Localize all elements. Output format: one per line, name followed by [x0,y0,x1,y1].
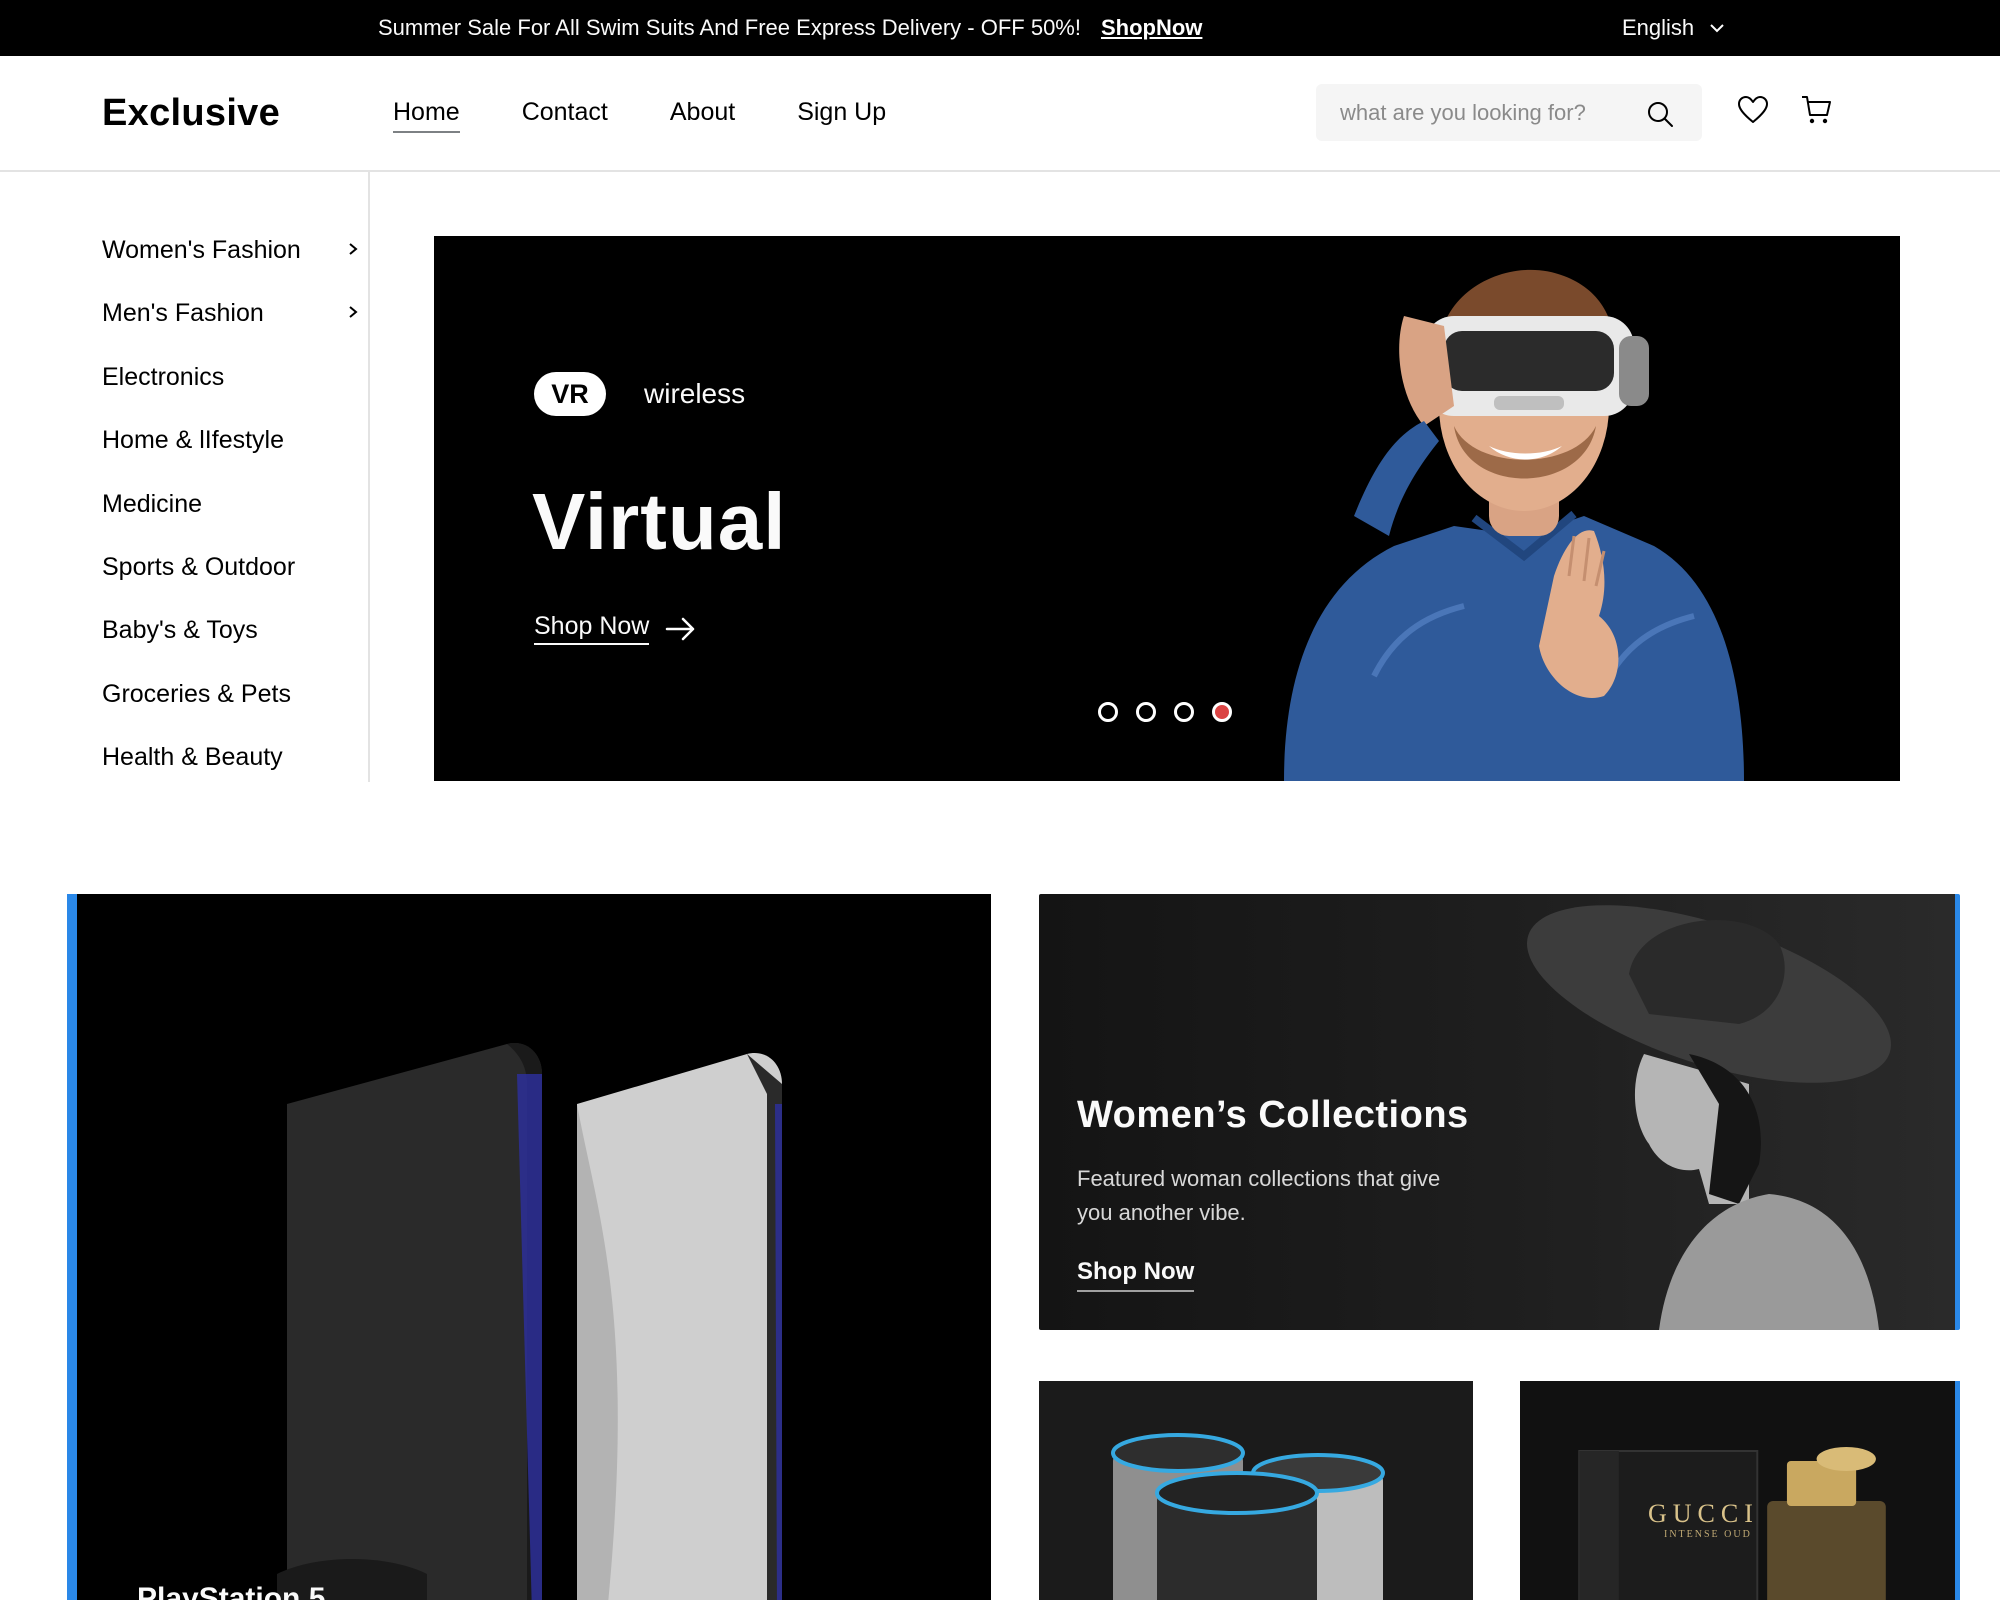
carousel-dots [1098,702,1232,722]
chevron-down-icon [1710,24,1724,33]
promo-speakers-card[interactable] [1039,1381,1473,1600]
top-announcement-bar: Summer Sale For All Swim Suits And Free … [0,0,2000,56]
carousel-dot-3[interactable] [1174,702,1194,722]
category-sidebar: Women's Fashion Men's Fashion Electronic… [0,172,370,782]
carousel-dot-2[interactable] [1136,702,1156,722]
nav-sign-up[interactable]: Sign Up [797,98,886,133]
vr-badge: VR [534,372,606,416]
category-sports-outdoor[interactable]: Sports & Outdoor [102,553,368,616]
category-mens-fashion[interactable]: Men's Fashion [102,299,368,362]
perfume-image [1578,1447,1886,1600]
category-list: Women's Fashion Men's Fashion Electronic… [102,236,368,807]
search-input[interactable] [1340,84,1630,141]
category-label: Electronics [102,362,225,391]
promo-women-description: Featured woman collections that give you… [1077,1166,1441,1225]
promo-text: Summer Sale For All Swim Suits And Free … [378,15,1081,40]
category-medicine[interactable]: Medicine [102,490,368,553]
category-groceries-pets[interactable]: Groceries & Pets [102,680,368,743]
promo-women-title: Women’s Collections [1077,1094,1469,1136]
site-header: Exclusive Home Contact About Sign Up [0,56,2000,172]
search-box [1316,84,1702,141]
category-label: Women's Fashion [102,236,301,264]
category-electronics[interactable]: Electronics [102,363,368,426]
hero-shop-now-label: Shop Now [534,612,650,645]
heart-icon[interactable] [1738,96,1768,124]
category-label: Home & lIfestyle [102,426,285,455]
perfume-brand: GUCCI [1648,1499,1759,1528]
category-label: Baby's & Toys [102,616,258,645]
nav-about[interactable]: About [670,98,735,133]
promo-playstation-label: PlayStation 5 [137,1582,326,1600]
arrow-right-icon [666,617,695,640]
hero-shop-now-button[interactable]: Shop Now [534,612,697,645]
language-label: English [1622,15,1695,40]
category-babys-toys[interactable]: Baby's & Toys [102,616,368,679]
promo-perfume-card[interactable]: GUCCI INTENSE OUD [1520,1381,1960,1600]
nav-home[interactable]: Home [393,98,460,133]
hero-headline: Virtual [532,477,787,566]
perfume-subtitle: INTENSE OUD [1664,1529,1752,1540]
main-nav: Home Contact About Sign Up [393,98,886,133]
category-womens-fashion[interactable]: Women's Fashion [102,236,368,299]
promo-women-shop-now-link[interactable]: Shop Now [1077,1258,1195,1292]
language-selector[interactable]: English [1622,0,1726,56]
category-label: Health & Beauty [102,743,283,772]
nav-contact[interactable]: Contact [522,98,608,133]
carousel-dot-4[interactable] [1212,702,1232,722]
woman-with-hat-image [1527,905,1891,1330]
vr-headset-man-image [1284,269,1744,781]
logo[interactable]: Exclusive [102,92,280,135]
hero-banner[interactable]: VR wireless Virtual Shop Now [434,236,1900,781]
promo-womens-collections-card[interactable]: Women’s Collections Featured woman colle… [1039,894,1960,1330]
category-health-beauty[interactable]: Health & Beauty [102,743,368,806]
chevron-right-icon [349,306,358,319]
promo-shop-now-link[interactable]: ShopNow [1101,15,1202,41]
promo-banner: Summer Sale For All Swim Suits And Free … [378,0,1202,56]
smart-speakers-image [1111,1433,1385,1600]
category-label: Groceries & Pets [102,679,291,708]
search-icon[interactable] [1646,100,1674,128]
category-home-lifestyle[interactable]: Home & lIfestyle [102,426,368,489]
carousel-dot-1[interactable] [1098,702,1118,722]
chevron-right-icon [349,243,358,255]
category-label: Sports & Outdoor [102,552,296,581]
promo-playstation-card[interactable]: PlayStation 5 [67,894,991,1600]
category-label: Men's Fashion [102,299,264,328]
playstation-console-image [277,1043,782,1600]
hero-badge-row: VR wireless [534,372,745,416]
cart-icon[interactable] [1800,94,1832,126]
category-label: Medicine [102,489,203,518]
hero-tagline: wireless [644,378,746,409]
